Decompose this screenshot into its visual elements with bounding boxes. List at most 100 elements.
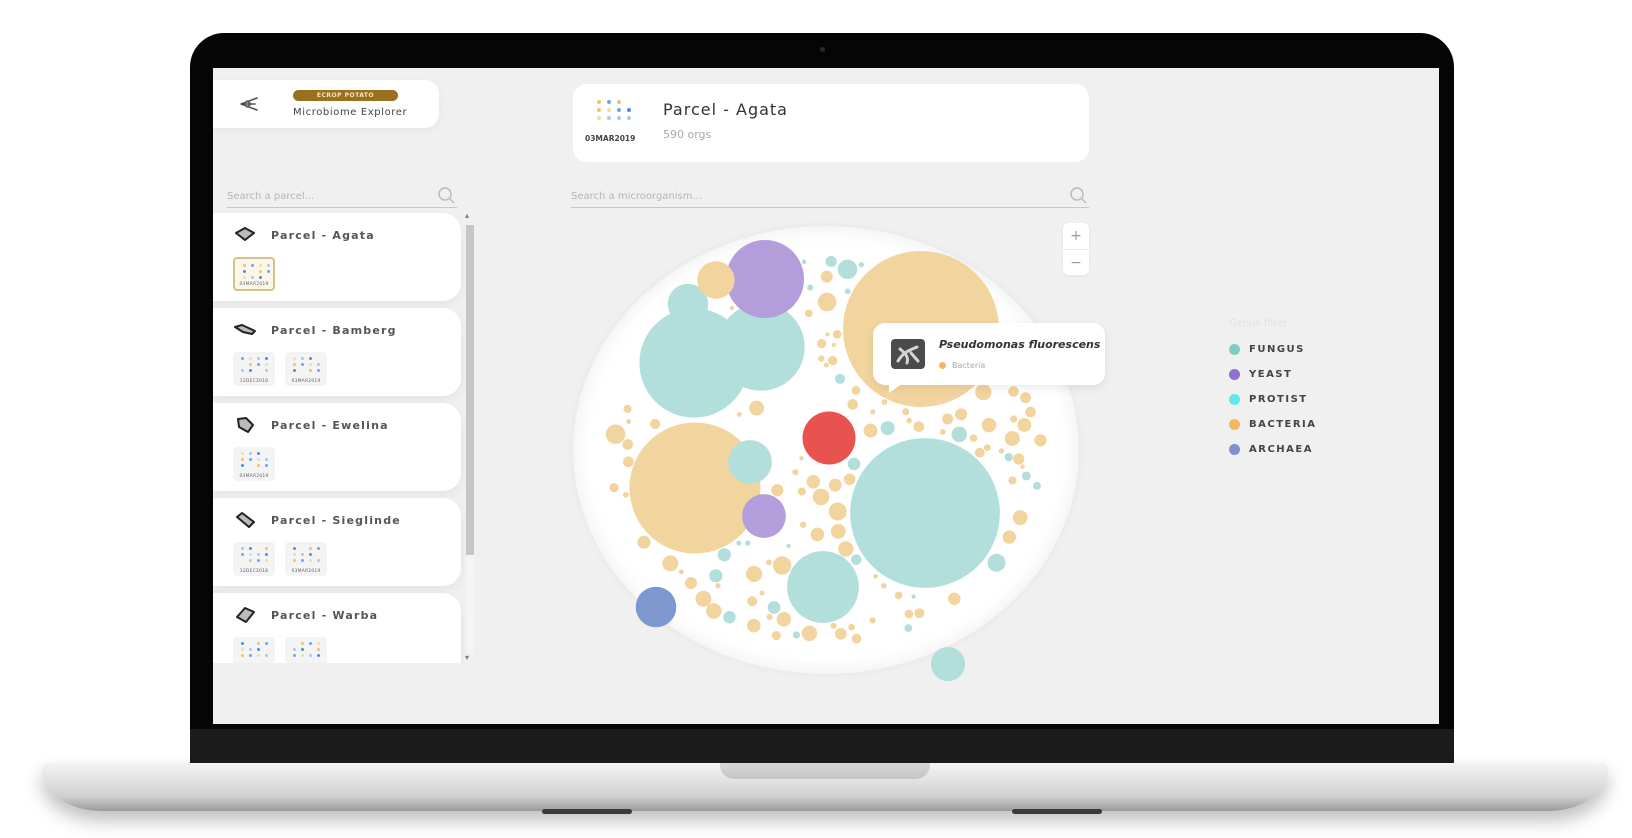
small-bubble[interactable]	[847, 399, 859, 410]
small-bubble[interactable]	[747, 618, 761, 633]
small-bubble[interactable]	[830, 622, 837, 629]
sample-thumbnail[interactable]: 03MAR2019	[285, 637, 327, 663]
small-bubble[interactable]	[723, 610, 736, 624]
small-bubble[interactable]	[969, 434, 978, 443]
bubble-fungus[interactable]	[787, 551, 859, 623]
small-bubble[interactable]	[817, 338, 827, 349]
small-bubble[interactable]	[974, 447, 985, 458]
small-bubble[interactable]	[851, 385, 861, 395]
small-bubble[interactable]	[835, 628, 847, 640]
small-bubble[interactable]	[792, 631, 801, 639]
small-bubble[interactable]	[843, 473, 856, 486]
bubble-fungus[interactable]	[850, 438, 1000, 588]
small-bubble[interactable]	[637, 535, 651, 549]
bubble-yeast[interactable]	[726, 240, 804, 318]
small-bubble[interactable]	[812, 488, 830, 506]
small-bubble[interactable]	[1012, 510, 1028, 526]
bubble-bacteria[interactable]	[697, 261, 735, 299]
small-bubble[interactable]	[851, 633, 862, 644]
small-bubble[interactable]	[715, 582, 721, 589]
small-bubble[interactable]	[807, 284, 814, 291]
small-bubble[interactable]	[771, 484, 784, 497]
small-bubble[interactable]	[823, 362, 829, 368]
scroll-up-icon[interactable]: ▴	[465, 211, 469, 220]
legend-item-yeast[interactable]: YEAST	[1229, 362, 1317, 387]
small-bubble[interactable]	[951, 426, 968, 443]
small-bubble[interactable]	[817, 292, 837, 312]
small-bubble[interactable]	[766, 559, 772, 566]
zoom-out-button[interactable]: −	[1063, 250, 1089, 276]
small-bubble[interactable]	[622, 439, 634, 450]
parcel-card[interactable]: Parcel - Bamberg 12DEC2018 03MAR2019	[213, 308, 461, 396]
small-bubble[interactable]	[745, 540, 751, 546]
small-bubble[interactable]	[605, 424, 626, 444]
small-bubble[interactable]	[717, 548, 731, 562]
small-bubble[interactable]	[792, 469, 799, 476]
small-bubble[interactable]	[1034, 434, 1047, 447]
small-bubble[interactable]	[623, 404, 632, 413]
small-bubble[interactable]	[825, 332, 830, 337]
sample-thumbnail[interactable]: 03MAR2019	[233, 257, 275, 291]
small-bubble[interactable]	[1020, 392, 1031, 404]
small-bubble[interactable]	[1025, 406, 1036, 418]
bubble-fungus[interactable]	[930, 646, 966, 682]
small-bubble[interactable]	[1004, 452, 1013, 462]
small-bubble[interactable]	[759, 590, 765, 596]
microorganism-search-input[interactable]	[571, 185, 1089, 208]
small-bubble[interactable]	[729, 305, 735, 311]
legend-item-fungus[interactable]: FUNGUS	[1229, 337, 1317, 362]
small-bubble[interactable]	[828, 502, 847, 521]
small-bubble[interactable]	[1009, 415, 1018, 423]
scroll-down-icon[interactable]: ▾	[465, 653, 469, 662]
small-bubble[interactable]	[975, 383, 992, 401]
small-bubble[interactable]	[828, 478, 842, 492]
small-bubble[interactable]	[623, 456, 634, 468]
bubble-fungus[interactable]	[728, 440, 772, 484]
small-bubble[interactable]	[894, 591, 903, 600]
small-bubble[interactable]	[1008, 386, 1019, 397]
small-bubble[interactable]	[838, 541, 854, 557]
small-bubble[interactable]	[662, 555, 679, 572]
small-bubble[interactable]	[869, 617, 876, 624]
small-bubble[interactable]	[1017, 418, 1032, 432]
small-bubble[interactable]	[736, 412, 742, 417]
small-bubble[interactable]	[820, 270, 833, 283]
small-bubble[interactable]	[818, 355, 825, 362]
small-bubble[interactable]	[881, 399, 888, 405]
small-bubble[interactable]	[801, 259, 807, 265]
small-bubble[interactable]	[1004, 430, 1020, 446]
small-bubble[interactable]	[955, 408, 968, 421]
small-bubble[interactable]	[1008, 476, 1017, 485]
small-bubble[interactable]	[948, 592, 961, 605]
small-bubble[interactable]	[902, 408, 910, 416]
small-bubble[interactable]	[881, 583, 887, 589]
sample-thumbnail[interactable]: 03MAR2019	[285, 352, 327, 386]
small-bubble[interactable]	[776, 611, 792, 627]
small-bubble[interactable]	[1032, 481, 1041, 490]
small-bubble[interactable]	[981, 417, 997, 433]
small-bubble[interactable]	[850, 554, 862, 565]
small-bubble[interactable]	[858, 261, 865, 268]
sample-thumbnail[interactable]: 03MAR2019	[233, 447, 275, 481]
zoom-in-button[interactable]: +	[1063, 223, 1089, 249]
search-icon[interactable]	[1069, 186, 1087, 204]
bubble-yeast[interactable]	[742, 494, 786, 538]
small-bubble[interactable]	[622, 491, 629, 498]
parcel-card[interactable]: Parcel - Warba 12DEC2018 03MAR2019	[213, 593, 461, 663]
small-bubble[interactable]	[766, 613, 773, 621]
small-bubble[interactable]	[709, 569, 723, 583]
sample-thumbnail[interactable]: 12DEC2018	[233, 352, 275, 386]
back-arrow-icon[interactable]	[237, 95, 259, 113]
small-bubble[interactable]	[837, 259, 858, 280]
small-bubble[interactable]	[847, 457, 861, 471]
bubble-other[interactable]	[802, 411, 856, 465]
small-bubble[interactable]	[1021, 471, 1031, 481]
small-bubble[interactable]	[834, 373, 846, 384]
small-bubble[interactable]	[695, 590, 712, 607]
small-bubble[interactable]	[609, 483, 619, 493]
small-bubble[interactable]	[998, 448, 1005, 454]
small-bubble[interactable]	[1013, 453, 1025, 465]
small-bubble[interactable]	[939, 429, 946, 435]
small-bubble[interactable]	[786, 543, 791, 548]
sample-thumbnail[interactable]: 12DEC2018	[233, 637, 275, 663]
